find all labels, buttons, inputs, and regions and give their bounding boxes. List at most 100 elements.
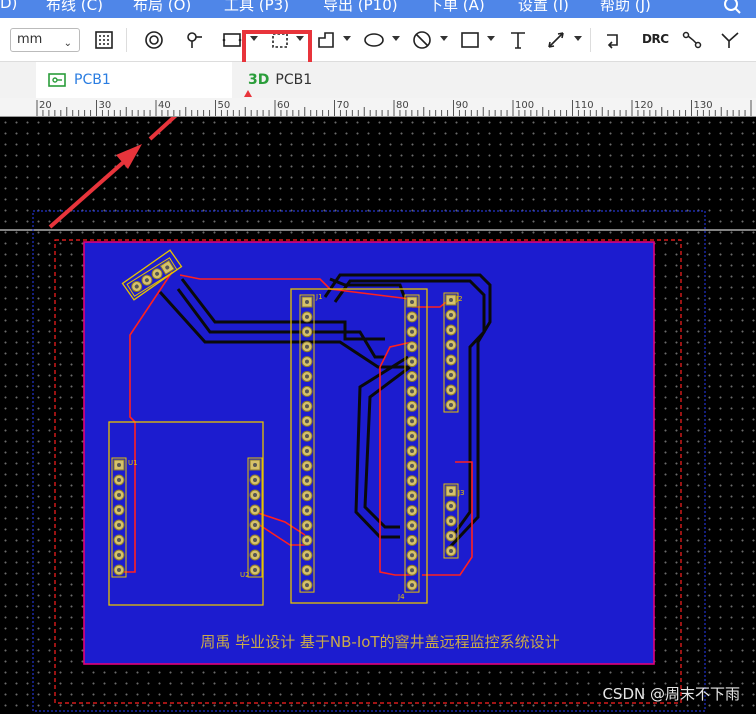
ruler-label: 40 [158,100,171,111]
drill-hole [253,508,257,512]
drill-hole [253,538,257,542]
menu-item-tools[interactable]: 工具 (P3) [224,0,289,15]
drill-hole [305,329,309,334]
drill-hole [117,568,121,572]
solid-region-button[interactable] [312,26,340,54]
search-icon[interactable] [722,0,742,15]
drill-hole [305,463,309,468]
text-icon [511,32,525,49]
menu-item-route[interactable]: 布线 (C) [46,0,103,15]
drill-hole [410,493,414,498]
rectangle-button[interactable] [456,26,484,54]
toolbar: mm ⌄ DRC [0,18,756,88]
ruler-ticks: 20 30 40 50 60 70 80 90 100 110 120 130 [36,100,752,116]
drill-hole [410,300,414,304]
ruler-label: 70 [337,100,350,111]
pcb-drawing[interactable]: J1 J2 J3 U1 U2 J4 周禹 毕业设计 基于NB-IoT的窨井盖远程… [0,117,756,714]
import-changes-button[interactable] [600,26,628,54]
pad-button[interactable] [140,26,168,54]
solid-region-icon [318,32,334,48]
drill-hole [117,493,121,497]
ruler-label: 90 [456,100,469,111]
drill-hole [117,463,121,467]
drill-hole [449,358,453,362]
drill-hole [305,434,309,439]
chevron-down-icon[interactable] [487,36,495,41]
chevron-down-icon[interactable] [440,36,448,41]
tab-3d-pcb1[interactable]: 3D PCB1 [240,62,390,98]
drill-hole [449,519,453,523]
drill-hole [305,389,309,394]
drill-hole [410,404,414,409]
via-button[interactable] [180,26,208,54]
ref-u2: U2 [240,571,250,579]
import-arrow-icon [607,34,618,49]
drill-hole [410,538,414,543]
via-icon [187,32,202,48]
toolbar-divider [590,28,591,52]
drill-hole [305,493,309,498]
pcb-canvas[interactable]: J1 J2 J3 U1 U2 J4 周禹 毕业设计 基于NB-IoT的窨井盖远程… [0,117,756,714]
chevron-down-icon: ⌄ [63,38,72,49]
pad-icon [145,31,163,49]
drill-hole [117,523,121,527]
drill-hole [253,568,257,572]
drill-hole [410,434,414,439]
menu-item-settings[interactable]: 设置 (I) [518,0,569,15]
grid-button[interactable] [90,26,118,54]
3d-icon: 3D [248,72,270,88]
unit-select[interactable]: mm ⌄ [10,28,80,52]
drill-hole [410,463,414,468]
chevron-down-icon[interactable] [343,36,351,41]
unit-select-value: mm [17,32,43,47]
ref-j2: J1 [315,293,323,301]
drill-hole [305,508,309,513]
drill-hole [449,343,453,347]
drill-hole [305,538,309,543]
drill-hole [305,344,309,349]
drill-hole [117,508,121,512]
ruler-label: 110 [575,100,594,111]
drill-hole [305,404,309,409]
board-copper-fill [83,241,655,665]
dimension-button[interactable] [542,26,570,54]
menu-item-help[interactable]: 帮助 (J) [600,0,651,15]
text-button[interactable] [504,26,532,54]
drill-hole [410,344,414,349]
board-title: 周禹 毕业设计 基于NB-IoT的窨井盖远程监控系统设计 [200,633,559,651]
no-connect-button[interactable] [408,26,436,54]
drill-hole [117,538,121,542]
drill-hole [253,478,257,482]
drill-hole [305,374,309,379]
drill-hole [410,478,414,483]
drill-hole [449,388,453,392]
menu-item-order[interactable]: 下单 (A) [428,0,485,15]
drc-button[interactable]: DRC [642,32,669,46]
pcb-icon [48,73,66,87]
drill-hole [305,553,309,558]
menu-item-export[interactable]: 导出 (P10) [323,0,398,15]
ref-j5: J4 [397,593,405,601]
ruler-label: 120 [634,100,653,111]
drill-hole [305,523,309,528]
chevron-down-icon[interactable] [574,36,582,41]
dimension-icon [548,32,564,48]
drill-hole [253,463,257,467]
drill-hole [410,389,414,394]
menu-item-d[interactable]: D) [0,0,17,12]
drill-hole [305,568,309,573]
drill-hole [117,478,121,482]
horizontal-ruler: 20 30 40 50 60 70 80 90 100 110 120 130 [0,98,756,117]
board-outline-icon [222,33,242,47]
track-button[interactable] [716,26,744,54]
drill-hole [410,583,414,588]
route-icon [682,31,702,49]
ruler-label: 20 [39,100,52,111]
tab-pcb1[interactable]: PCB1 [36,62,232,98]
chevron-down-icon[interactable] [392,36,400,41]
ellipse-button[interactable] [360,26,388,54]
ref-j3: J2 [455,295,463,303]
menu-item-layout[interactable]: 布局 (O) [133,0,191,15]
tab-label: PCB1 [74,72,111,88]
route-button[interactable] [678,26,706,54]
